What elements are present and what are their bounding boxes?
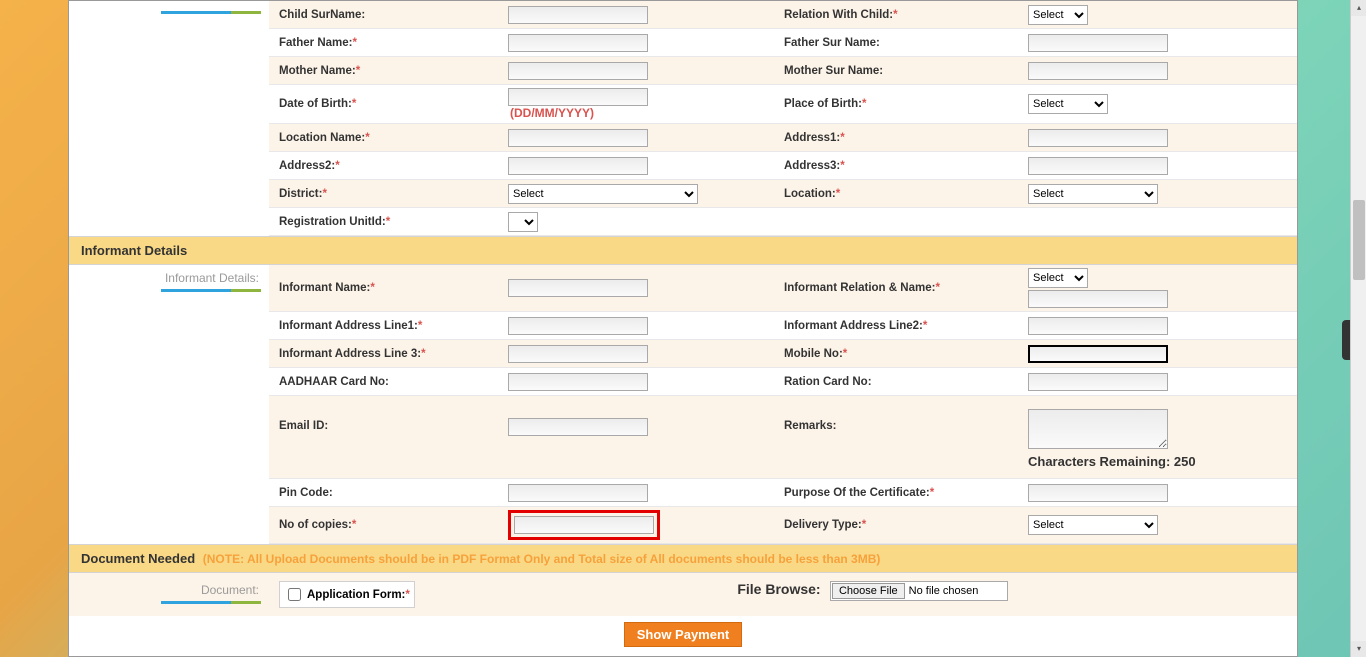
dob-input[interactable] [508,88,648,106]
pob-select[interactable]: Select [1028,94,1108,114]
file-input-box[interactable]: Choose File No file chosen [830,581,1008,601]
pin-code-input[interactable] [508,484,648,502]
copies-input[interactable] [514,516,654,534]
informant-addr3-label: Informant Address Line 3:* [269,343,504,365]
location-select[interactable]: Select [1028,184,1158,204]
relation-with-child-label: Relation With Child:* [764,4,1024,26]
form-container: Child SurName: Relation With Child:* Sel… [68,0,1298,657]
reg-unit-label: Registration UnitId:* [269,211,504,233]
location-name-input[interactable] [508,129,648,147]
copies-label: No of copies:* [269,514,504,536]
file-browse-label: File Browse: [737,581,820,597]
child-surname-label: Child SurName: [269,4,504,26]
copies-highlight [508,510,660,540]
mother-name-label: Mother Name:* [269,60,504,82]
informant-side-label: Informant Details: [69,271,261,285]
informant-addr1-label: Informant Address Line1:* [269,315,504,337]
mobile-input[interactable] [1028,345,1168,363]
mother-surname-label: Mother Sur Name: [764,60,1024,82]
delivery-select[interactable]: Select [1028,515,1158,535]
informant-addr3-input[interactable] [508,345,648,363]
purpose-input[interactable] [1028,484,1168,502]
mother-name-input[interactable] [508,62,648,80]
pob-label: Place of Birth:* [764,93,1024,115]
aadhaar-label: AADHAAR Card No: [269,371,504,393]
document-side-label: Document: [69,583,261,597]
application-form-checkbox[interactable] [288,588,301,601]
address1-label: Address1:* [764,127,1024,149]
dob-hint: (DD/MM/YYYY) [510,106,594,120]
informant-name-input[interactable] [508,279,648,297]
email-label: Email ID: [269,406,504,437]
applicant-side-label [69,1,269,236]
scrollbar-thumb[interactable] [1353,200,1365,280]
informant-addr2-input[interactable] [1028,317,1168,335]
father-name-label: Father Name:* [269,32,504,54]
informant-addr1-input[interactable] [508,317,648,335]
address3-label: Address3:* [764,155,1024,177]
district-select[interactable]: Select [508,184,698,204]
informant-name-label: Informant Name:* [269,277,504,299]
location-name-label: Location Name:* [269,127,504,149]
father-name-input[interactable] [508,34,648,52]
address2-label: Address2:* [269,155,504,177]
scroll-up-arrow[interactable]: ▴ [1351,0,1366,16]
informant-relation-name-input[interactable] [1028,290,1168,308]
document-section-head: Document Needed (NOTE: All Upload Docume… [69,544,1297,573]
father-surname-input[interactable] [1028,34,1168,52]
relation-with-child-select[interactable]: Select [1028,5,1088,25]
ration-label: Ration Card No: [764,371,1024,393]
scroll-down-arrow[interactable]: ▾ [1351,641,1366,657]
aadhaar-input[interactable] [508,373,648,391]
purpose-label: Purpose Of the Certificate:* [764,482,1024,504]
choose-file-button[interactable]: Choose File [832,583,905,599]
location-label: Location:* [764,183,1024,205]
informant-relation-label: Informant Relation & Name:* [764,277,1024,299]
father-surname-label: Father Sur Name: [764,32,1024,54]
mother-surname-input[interactable] [1028,62,1168,80]
informant-section-head: Informant Details [69,236,1297,265]
email-input[interactable] [508,418,648,436]
remarks-textarea[interactable] [1028,409,1168,449]
delivery-label: Delivery Type:* [764,514,1024,536]
no-file-chosen-text: No file chosen [909,585,979,597]
pin-code-label: Pin Code: [269,482,504,504]
remarks-label: Remarks: [764,406,1024,437]
document-note: (NOTE: All Upload Documents should be in… [203,552,881,566]
characters-remaining: Characters Remaining: 250 [1028,454,1293,469]
child-surname-input[interactable] [508,6,648,24]
reg-unit-select[interactable] [508,212,538,232]
side-marker [1342,320,1350,360]
vertical-scrollbar[interactable]: ▴ ▾ [1350,0,1366,657]
application-form-label: Application Form:* [307,589,410,601]
address1-input[interactable] [1028,129,1168,147]
dob-label: Date of Birth:* [269,93,504,115]
mobile-label: Mobile No:* [764,343,1024,365]
ration-input[interactable] [1028,373,1168,391]
informant-addr2-label: Informant Address Line2:* [764,315,1024,337]
district-label: District:* [269,183,504,205]
address2-input[interactable] [508,157,648,175]
informant-relation-select[interactable]: Select [1028,268,1088,288]
address3-input[interactable] [1028,157,1168,175]
show-payment-button[interactable]: Show Payment [624,622,742,647]
